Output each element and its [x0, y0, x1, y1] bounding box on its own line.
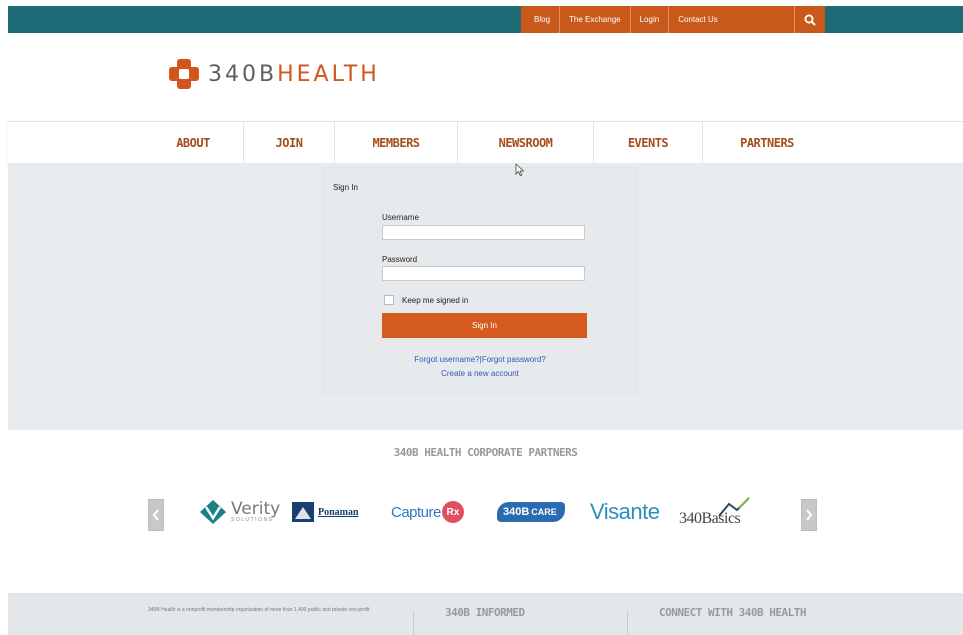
password-label: Password	[382, 255, 418, 264]
signin-panel: Sign In Username Password Keep me signed…	[323, 167, 637, 394]
footer-divider	[413, 611, 414, 635]
partner-capturerx[interactable]: Capture Rx	[391, 490, 464, 534]
keep-signed-in-row[interactable]: Keep me signed in	[382, 295, 468, 305]
partner-ponaman[interactable]: Ponaman	[292, 490, 359, 534]
partner-340basics[interactable]: 340Basics	[679, 490, 750, 534]
create-account-link[interactable]: Create a new account	[441, 369, 519, 378]
search-icon	[804, 14, 816, 26]
keep-signed-in-checkbox[interactable]	[384, 295, 394, 305]
contact-us-link[interactable]: Contact Us	[668, 6, 727, 33]
partners-title: 340B HEALTH CORPORATE PARTNERS	[393, 446, 578, 459]
partner-verity-name: Verity	[231, 499, 281, 519]
site-footer: 340B Health is a nonprofit membership or…	[8, 593, 963, 635]
footer-connect-title: CONNECT WITH 340B HEALTH	[659, 606, 806, 619]
carousel-next-button[interactable]	[801, 499, 817, 531]
partner-capturerx-name: Capture	[391, 503, 441, 521]
password-input[interactable]	[382, 266, 585, 281]
footer-about-text: 340B Health is a nonprofit membership or…	[148, 607, 370, 613]
cross-logo-icon	[169, 59, 199, 89]
trend-line-icon	[718, 497, 750, 517]
logo-prefix: 340B	[208, 61, 278, 87]
footer-informed-title: 340B INFORMED	[445, 606, 525, 619]
utility-nav: Blog The Exchange Login Contact Us	[521, 6, 825, 33]
login-link[interactable]: Login	[629, 6, 669, 33]
ponaman-logo-icon	[292, 502, 314, 522]
partner-340bcare-logo: 340B CARE	[497, 502, 565, 522]
nav-newsroom[interactable]: NEWSROOM	[457, 122, 593, 164]
nav-partners[interactable]: PARTNERS	[702, 122, 831, 164]
top-bar: Blog The Exchange Login Contact Us	[8, 6, 963, 33]
username-label: Username	[382, 213, 419, 222]
main-nav: ABOUT JOIN MEMBERS NEWSROOM EVENTS PARTN…	[8, 121, 963, 164]
forgot-password-link[interactable]: Forgot password?	[482, 355, 546, 364]
site-logo[interactable]: 340BHEALTH	[168, 58, 380, 90]
nav-events[interactable]: EVENTS	[593, 122, 702, 164]
mouse-cursor-icon	[515, 163, 525, 177]
create-account-row: Create a new account	[324, 369, 636, 378]
logo-wordmark: 340BHEALTH	[208, 62, 380, 87]
partner-340bcare[interactable]: 340B CARE	[497, 490, 565, 534]
partner-ponaman-name: Ponaman	[318, 506, 359, 518]
partner-verity[interactable]: Verity SOLUTIONS	[198, 490, 280, 534]
verity-logo-icon	[200, 500, 226, 524]
signin-title: Sign In	[333, 183, 358, 192]
logo-suffix: HEALTH	[277, 61, 380, 87]
keep-signed-in-label: Keep me signed in	[402, 295, 469, 305]
partner-capturerx-badge: Rx	[441, 501, 464, 523]
search-button[interactable]	[794, 6, 825, 33]
footer-divider	[627, 611, 628, 635]
forgot-username-link[interactable]: Forgot username?	[414, 355, 479, 364]
forgot-links: Forgot username?|Forgot password?	[324, 355, 636, 364]
chevron-left-icon	[152, 509, 159, 521]
partners-section: 340B HEALTH CORPORATE PARTNERS Verity SO…	[8, 430, 963, 593]
sign-in-button[interactable]: Sign In	[382, 313, 587, 338]
the-exchange-link[interactable]: The Exchange	[559, 6, 630, 33]
chevron-right-icon	[806, 509, 813, 521]
username-input[interactable]	[382, 225, 585, 240]
partner-visante-name: Visante	[590, 499, 660, 524]
partner-visante[interactable]: Visante	[590, 490, 660, 534]
blog-link[interactable]: Blog	[521, 6, 559, 33]
site-header: 340BHEALTH	[8, 33, 963, 121]
main-content: Sign In Username Password Keep me signed…	[8, 163, 963, 430]
carousel-prev-button[interactable]	[148, 499, 164, 531]
nav-members[interactable]: MEMBERS	[334, 122, 457, 164]
nav-join[interactable]: JOIN	[243, 122, 334, 164]
partner-verity-sub: SOLUTIONS	[231, 517, 274, 523]
nav-about[interactable]: ABOUT	[143, 122, 243, 164]
partner-340bcare-name: 340B	[503, 506, 530, 518]
partner-340bcare-suffix: CARE	[531, 507, 557, 517]
